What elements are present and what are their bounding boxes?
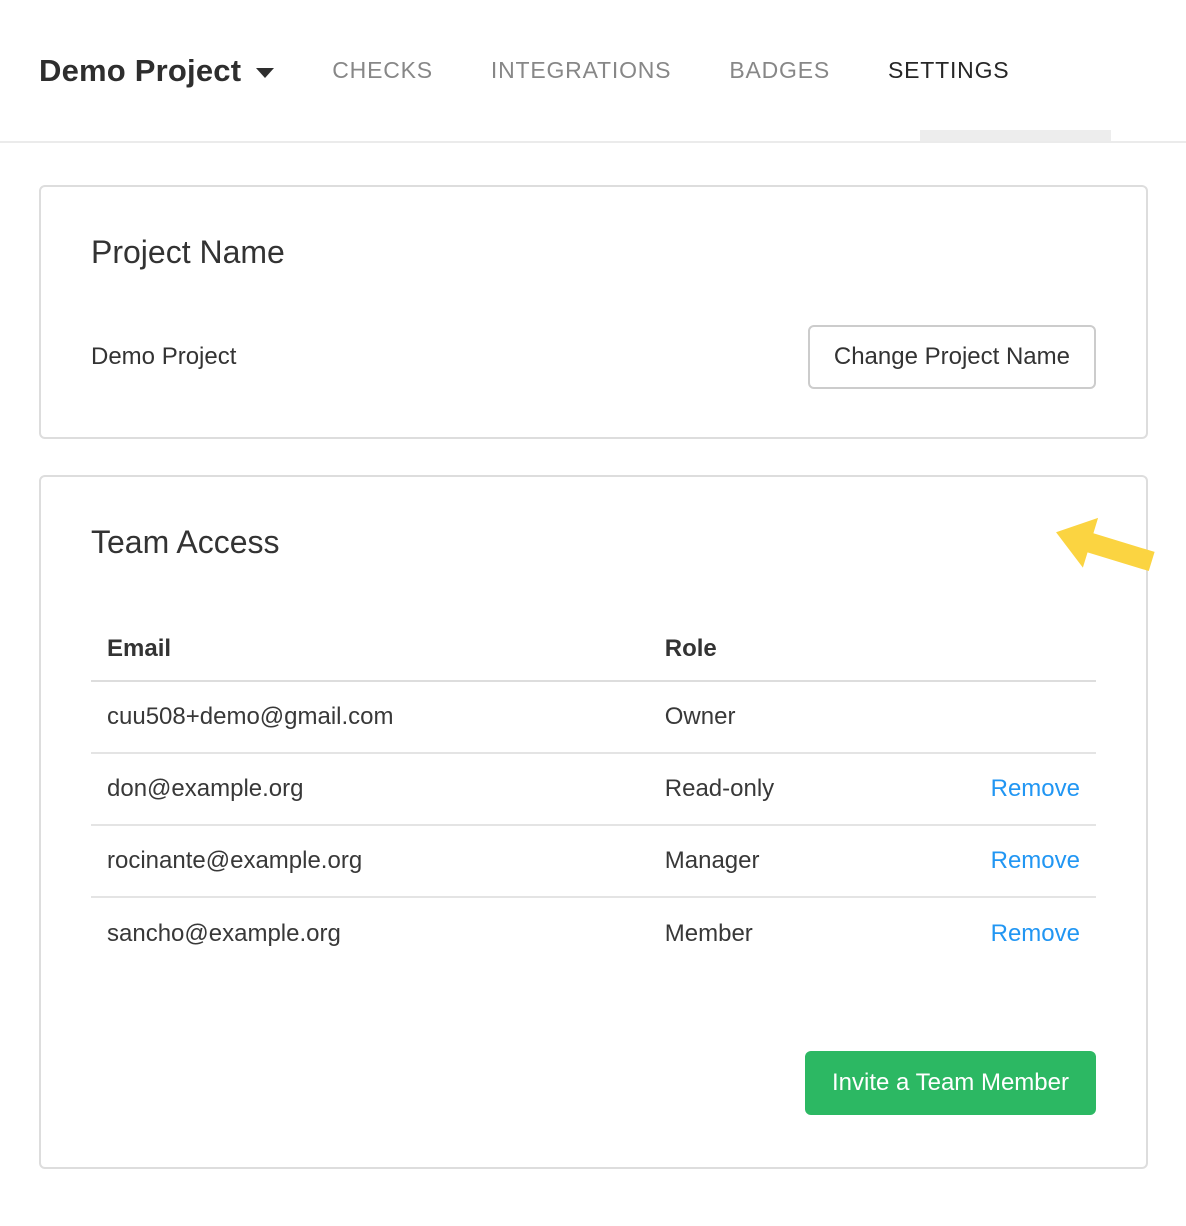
project-name-card: Project Name Demo Project Change Project… [39, 185, 1148, 439]
active-tab-indicator [920, 130, 1111, 141]
tab-settings[interactable]: SETTINGS [888, 57, 1009, 84]
member-email: don@example.org [91, 753, 649, 825]
member-role: Owner [649, 681, 961, 753]
member-action-cell: Remove [960, 825, 1096, 897]
remove-member-link[interactable]: Remove [991, 775, 1080, 802]
caret-down-icon [256, 68, 274, 78]
member-role: Manager [649, 825, 961, 897]
tab-checks[interactable]: CHECKS [332, 57, 433, 84]
tab-integrations[interactable]: INTEGRATIONS [491, 57, 671, 84]
member-action-cell [960, 681, 1096, 753]
settings-page: Demo Project CHECKS INTEGRATIONS BADGES … [0, 0, 1186, 1226]
remove-member-link[interactable]: Remove [991, 847, 1080, 874]
member-action-cell: Remove [960, 753, 1096, 825]
top-navigation: Demo Project CHECKS INTEGRATIONS BADGES … [0, 0, 1186, 143]
tab-badges[interactable]: BADGES [729, 57, 830, 84]
table-row: don@example.org Read-only Remove [91, 753, 1096, 825]
remove-member-link[interactable]: Remove [991, 920, 1080, 947]
member-email: sancho@example.org [91, 897, 649, 969]
settings-content: Project Name Demo Project Change Project… [0, 143, 1186, 1205]
column-header-role: Role [649, 617, 961, 681]
invite-team-member-button[interactable]: Invite a Team Member [805, 1051, 1096, 1115]
member-action-cell: Remove [960, 897, 1096, 969]
member-email: rocinante@example.org [91, 825, 649, 897]
invite-row: Invite a Team Member [91, 1051, 1096, 1115]
team-access-card: Team Access Email Role cuu508+demo@gmail… [39, 475, 1148, 1169]
column-header-email: Email [91, 617, 649, 681]
table-row: sancho@example.org Member Remove [91, 897, 1096, 969]
team-access-card-title: Team Access [91, 523, 1096, 561]
member-role: Read-only [649, 753, 961, 825]
project-name-card-title: Project Name [91, 233, 1096, 271]
member-role: Member [649, 897, 961, 969]
member-email: cuu508+demo@gmail.com [91, 681, 649, 753]
column-header-action [960, 617, 1096, 681]
project-name-row: Demo Project Change Project Name [91, 325, 1096, 389]
change-project-name-button[interactable]: Change Project Name [808, 325, 1096, 389]
project-name-value: Demo Project [91, 343, 236, 371]
team-access-table: Email Role cuu508+demo@gmail.com Owner d… [91, 617, 1096, 969]
project-title: Demo Project [39, 53, 241, 89]
table-row: cuu508+demo@gmail.com Owner [91, 681, 1096, 753]
table-header-row: Email Role [91, 617, 1096, 681]
table-row: rocinante@example.org Manager Remove [91, 825, 1096, 897]
project-dropdown[interactable]: Demo Project [39, 53, 274, 89]
